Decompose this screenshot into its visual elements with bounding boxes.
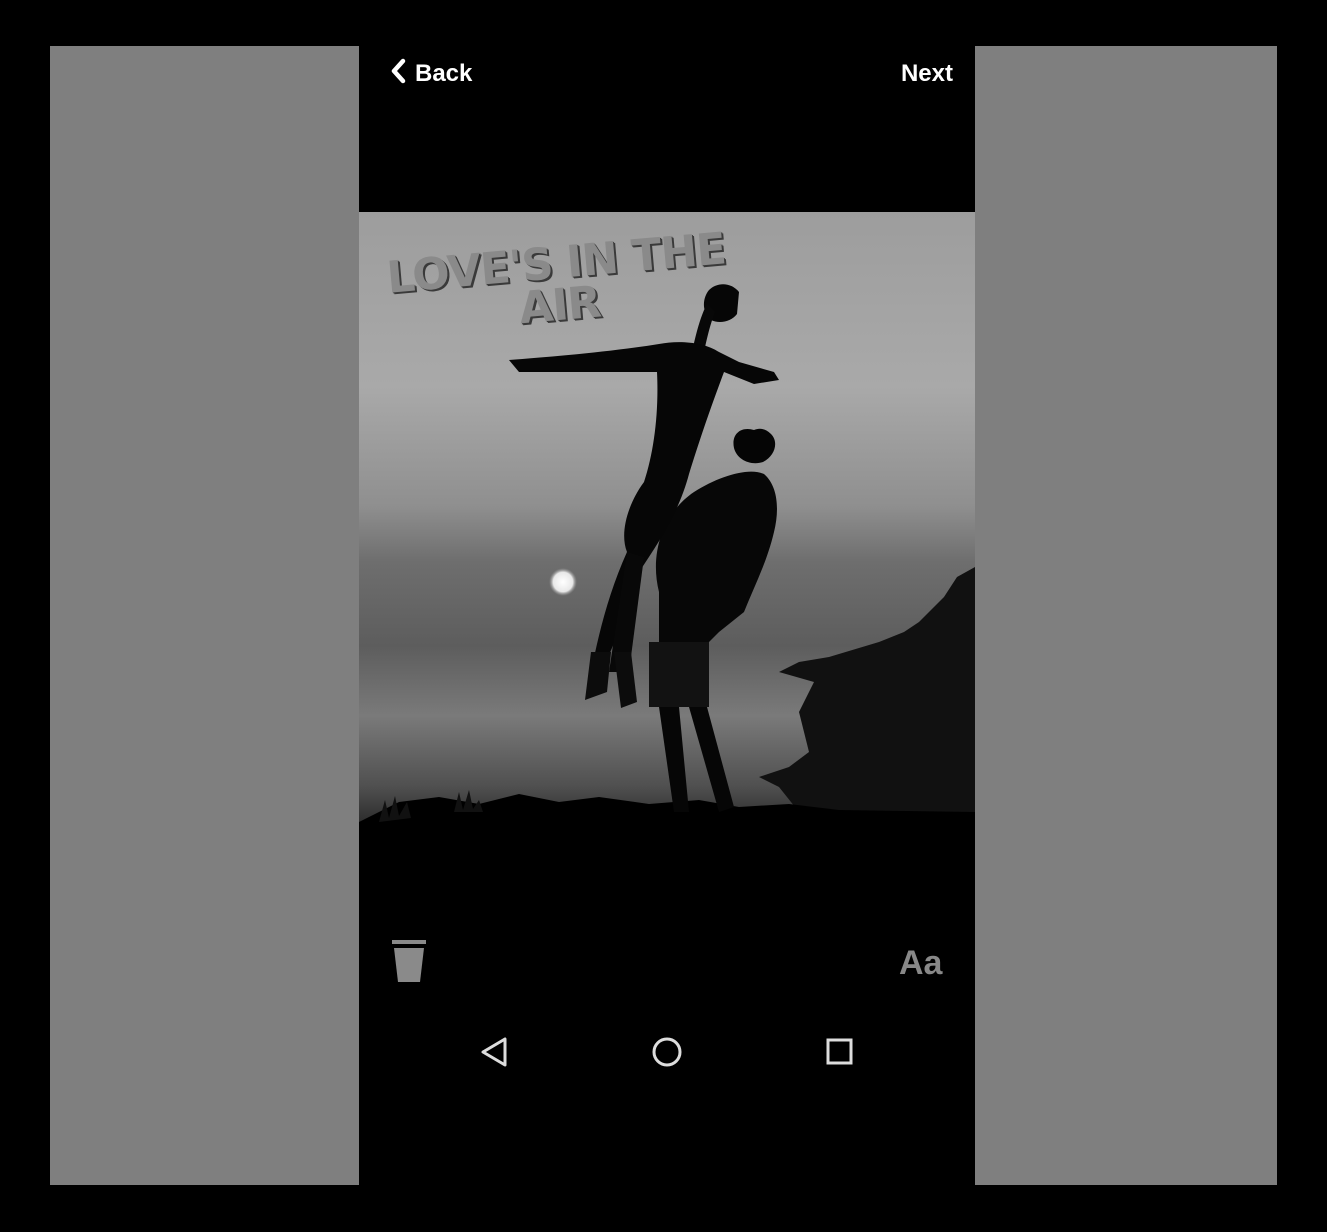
chevron-left-icon — [389, 58, 407, 91]
triangle-back-icon — [473, 1037, 513, 1074]
trash-button[interactable] — [389, 938, 431, 986]
android-nav-bar — [359, 1016, 975, 1086]
phone-screen: Back Next LOVE'S IN THE AIR Aa — [359, 46, 975, 1185]
right-gray-panel — [975, 46, 1277, 1185]
next-button[interactable]: Next — [901, 54, 953, 94]
left-gray-panel — [50, 46, 359, 1185]
circle-home-icon — [647, 1037, 687, 1074]
nav-back-button[interactable] — [473, 1034, 513, 1070]
nav-recents-button[interactable] — [819, 1034, 859, 1070]
square-recents-icon — [819, 1038, 859, 1074]
nav-home-button[interactable] — [647, 1034, 687, 1070]
trash-icon — [389, 940, 431, 990]
photo-canvas[interactable]: LOVE'S IN THE AIR — [359, 212, 975, 912]
text-style-button[interactable]: Aa — [899, 944, 942, 983]
back-label: Back — [415, 60, 473, 87]
back-button[interactable]: Back — [389, 54, 472, 94]
